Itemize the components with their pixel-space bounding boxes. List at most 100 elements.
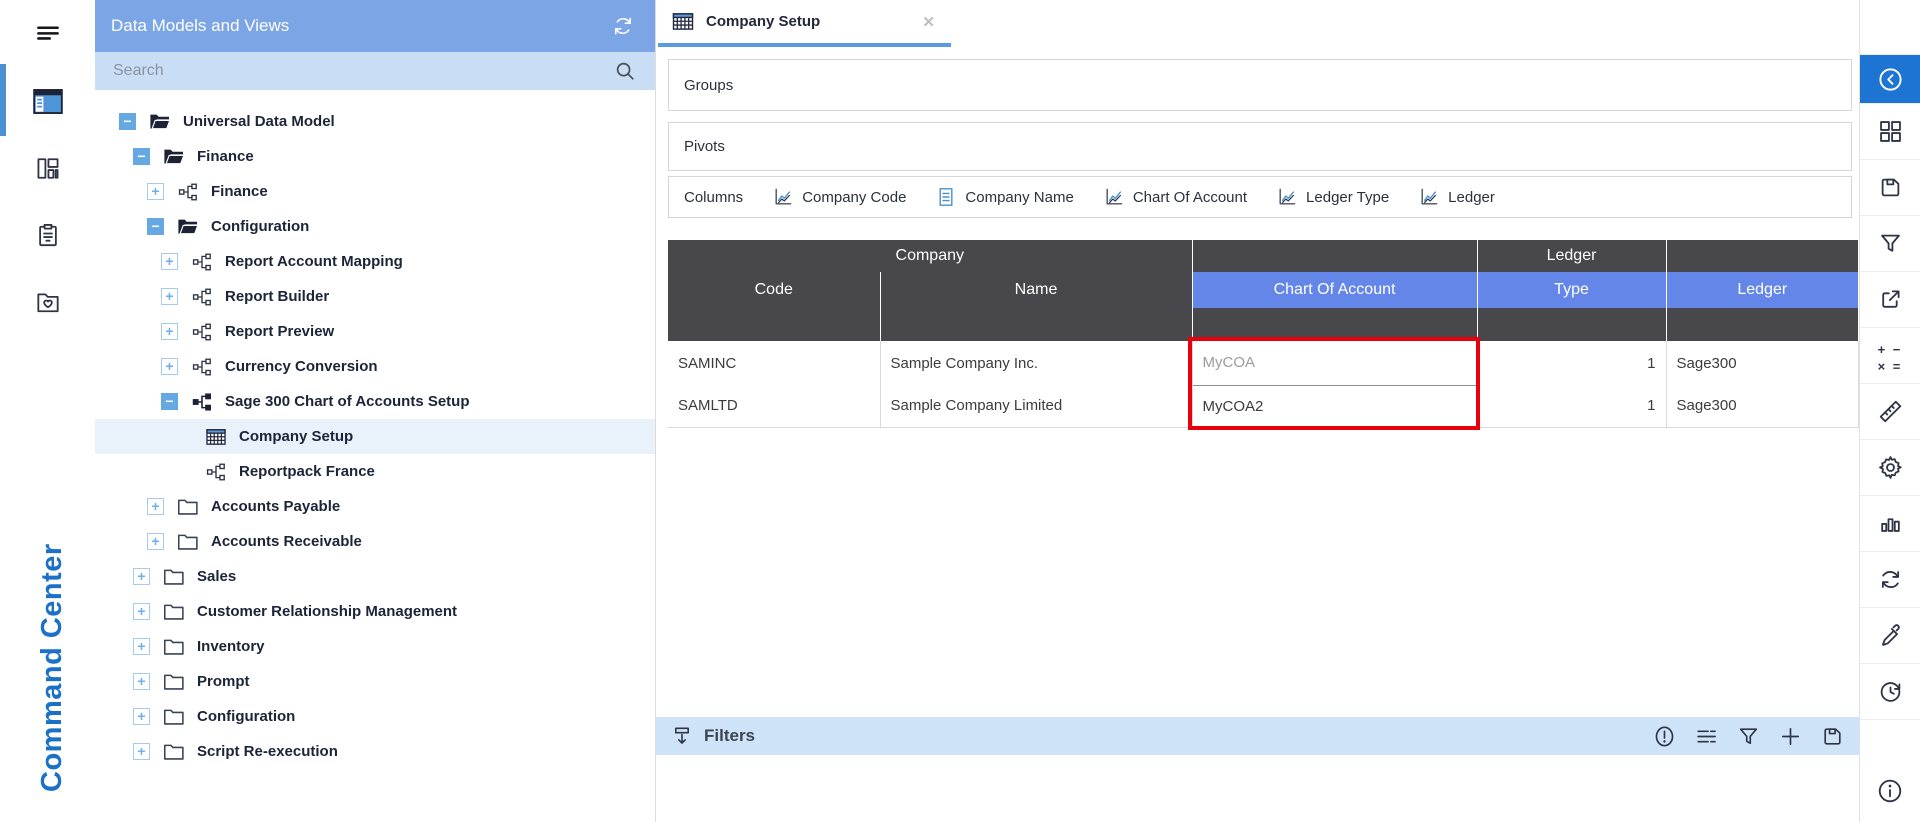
expand-toggle-icon[interactable]: +	[161, 358, 178, 375]
tree-item-configuration[interactable]: −Configuration	[95, 209, 655, 244]
tab-company-setup[interactable]: Company Setup ✕	[656, 0, 951, 43]
chart-button[interactable]	[1860, 496, 1920, 552]
expand-toggle-icon[interactable]: +	[133, 568, 150, 585]
tree-item-label: Finance	[211, 183, 268, 200]
field-icon	[936, 187, 956, 207]
cell-name[interactable]: Sample Company Limited	[880, 385, 1192, 427]
cell-name[interactable]: Sample Company Inc.	[880, 341, 1192, 385]
tree-item-prompt[interactable]: +Prompt	[95, 664, 655, 699]
search-input[interactable]	[111, 61, 613, 81]
tree-item-currency-conversion[interactable]: +Currency Conversion	[95, 349, 655, 384]
list-button[interactable]	[1694, 724, 1719, 749]
expand-toggle-icon[interactable]: +	[133, 743, 150, 760]
tree-item-report-preview[interactable]: +Report Preview	[95, 314, 655, 349]
pivots-dropzone[interactable]: Pivots	[668, 122, 1852, 171]
collapse-toggle-icon[interactable]: −	[133, 148, 150, 165]
cell-chart-of-account[interactable]: MyCOA	[1192, 341, 1477, 385]
expand-toggle-icon[interactable]: +	[161, 288, 178, 305]
header-filter-cell	[1477, 308, 1666, 341]
formula-button[interactable]: + −× =	[1860, 328, 1920, 384]
tree-panel-header: Data Models and Views	[95, 0, 655, 52]
cell-type[interactable]: 1	[1477, 341, 1666, 385]
save-button[interactable]	[1860, 160, 1920, 216]
tree-item-report-account-mapping[interactable]: +Report Account Mapping	[95, 244, 655, 279]
column-chip-company-code[interactable]: Company Code	[773, 187, 906, 207]
filters-bar[interactable]: Filters	[656, 717, 1859, 755]
groups-dropzone[interactable]: Groups	[668, 59, 1852, 111]
filters-label: Filters	[704, 726, 755, 746]
column-chip-company-name[interactable]: Company Name	[936, 187, 1073, 207]
collapse-toggle-icon[interactable]: −	[119, 113, 136, 130]
column-header-ledger[interactable]: Ledger	[1666, 272, 1858, 308]
tree-item-sales[interactable]: +Sales	[95, 559, 655, 594]
tree-item-report-builder[interactable]: +Report Builder	[95, 279, 655, 314]
expand-toggle-icon[interactable]: +	[161, 323, 178, 340]
info-button[interactable]	[1860, 766, 1920, 816]
expand-toggle-icon[interactable]: +	[133, 603, 150, 620]
folder-open-icon	[177, 218, 199, 236]
expand-toggle-icon[interactable]: +	[147, 533, 164, 550]
expand-toggle-icon[interactable]: +	[147, 498, 164, 515]
tree-item-sage-300-chart-of-accounts-setup[interactable]: −Sage 300 Chart of Accounts Setup	[95, 384, 655, 419]
column-header-name[interactable]: Name	[880, 272, 1192, 308]
rail-button-dashboards[interactable]	[0, 140, 95, 196]
refresh-icon[interactable]	[611, 14, 635, 38]
column-header-code[interactable]: Code	[668, 272, 880, 308]
column-header-type[interactable]: Type	[1477, 272, 1666, 308]
tree-item-company-setup[interactable]: Company Setup	[95, 419, 655, 454]
tree-item-configuration[interactable]: + Configuration	[95, 699, 655, 734]
tree-item-universal-data-model[interactable]: −Universal Data Model	[95, 104, 655, 139]
folder-heart-icon	[33, 289, 63, 316]
filter-collapse-icon[interactable]	[670, 724, 694, 748]
eyedropper-button[interactable]	[1860, 608, 1920, 664]
alert-button[interactable]	[1652, 724, 1677, 749]
search-icon[interactable]	[613, 59, 637, 83]
header-filter-cell	[1192, 308, 1477, 341]
column-header-chart-of-account[interactable]: Chart Of Account	[1192, 272, 1477, 308]
cell-ledger[interactable]: Sage300	[1666, 341, 1858, 385]
expand-toggle-icon[interactable]: +	[133, 638, 150, 655]
filter-button[interactable]	[1736, 724, 1761, 749]
expand-toggle-icon[interactable]: +	[161, 253, 178, 270]
cell-code[interactable]: SAMINC	[668, 341, 880, 385]
refresh-button[interactable]	[1860, 552, 1920, 608]
tree-item-inventory[interactable]: + Inventory	[95, 629, 655, 664]
tree-item-label: Inventory	[197, 638, 265, 655]
column-group-empty	[1666, 240, 1858, 272]
tree-item-reportpack-france[interactable]: Reportpack France	[95, 454, 655, 489]
rail-button-tasks[interactable]	[0, 207, 95, 263]
rail-button-menu[interactable]	[0, 6, 95, 62]
cell-chart-of-account[interactable]: MyCOA2	[1192, 385, 1477, 427]
collapse-toggle-icon[interactable]: −	[161, 393, 178, 410]
expand-toggle-icon[interactable]: +	[147, 183, 164, 200]
add-filter-button[interactable]	[1778, 724, 1803, 749]
close-icon[interactable]: ✕	[922, 13, 935, 31]
tree-item-finance[interactable]: + Finance	[95, 174, 655, 209]
header-filter-cell	[880, 308, 1192, 341]
history-button[interactable]	[1860, 664, 1920, 720]
tree-item-accounts-payable[interactable]: +Accounts Payable	[95, 489, 655, 524]
ruler-button[interactable]	[1860, 384, 1920, 440]
share-button[interactable]	[1860, 272, 1920, 328]
tree-item-accounts-receivable[interactable]: +Accounts Receivable	[95, 524, 655, 559]
tree-item-label: Configuration	[197, 708, 295, 725]
collapse-panel-button[interactable]	[1860, 55, 1920, 104]
column-chip-ledger[interactable]: Ledger	[1419, 187, 1495, 207]
column-chip-ledger-type[interactable]: Ledger Type	[1277, 187, 1389, 207]
cell-code[interactable]: SAMLTD	[668, 385, 880, 427]
tree-item-finance[interactable]: −Finance	[95, 139, 655, 174]
grid-view-button[interactable]	[1860, 104, 1920, 160]
column-chip-chart-of-account[interactable]: Chart Of Account	[1104, 187, 1247, 207]
expand-toggle-icon[interactable]: +	[133, 708, 150, 725]
cell-type[interactable]: 1	[1477, 385, 1666, 427]
rail-button-data-models[interactable]	[0, 73, 95, 129]
tree-item-script-re-execution[interactable]: +Script Re-execution	[95, 734, 655, 769]
settings-button[interactable]	[1860, 440, 1920, 496]
collapse-toggle-icon[interactable]: −	[147, 218, 164, 235]
tree-item-customer-relationship-management[interactable]: +Customer Relationship Management	[95, 594, 655, 629]
save-filter-button[interactable]	[1820, 724, 1845, 749]
rail-button-favorites[interactable]	[0, 274, 95, 330]
filter-button[interactable]	[1860, 216, 1920, 272]
cell-ledger[interactable]: Sage300	[1666, 385, 1858, 427]
expand-toggle-icon[interactable]: +	[133, 673, 150, 690]
